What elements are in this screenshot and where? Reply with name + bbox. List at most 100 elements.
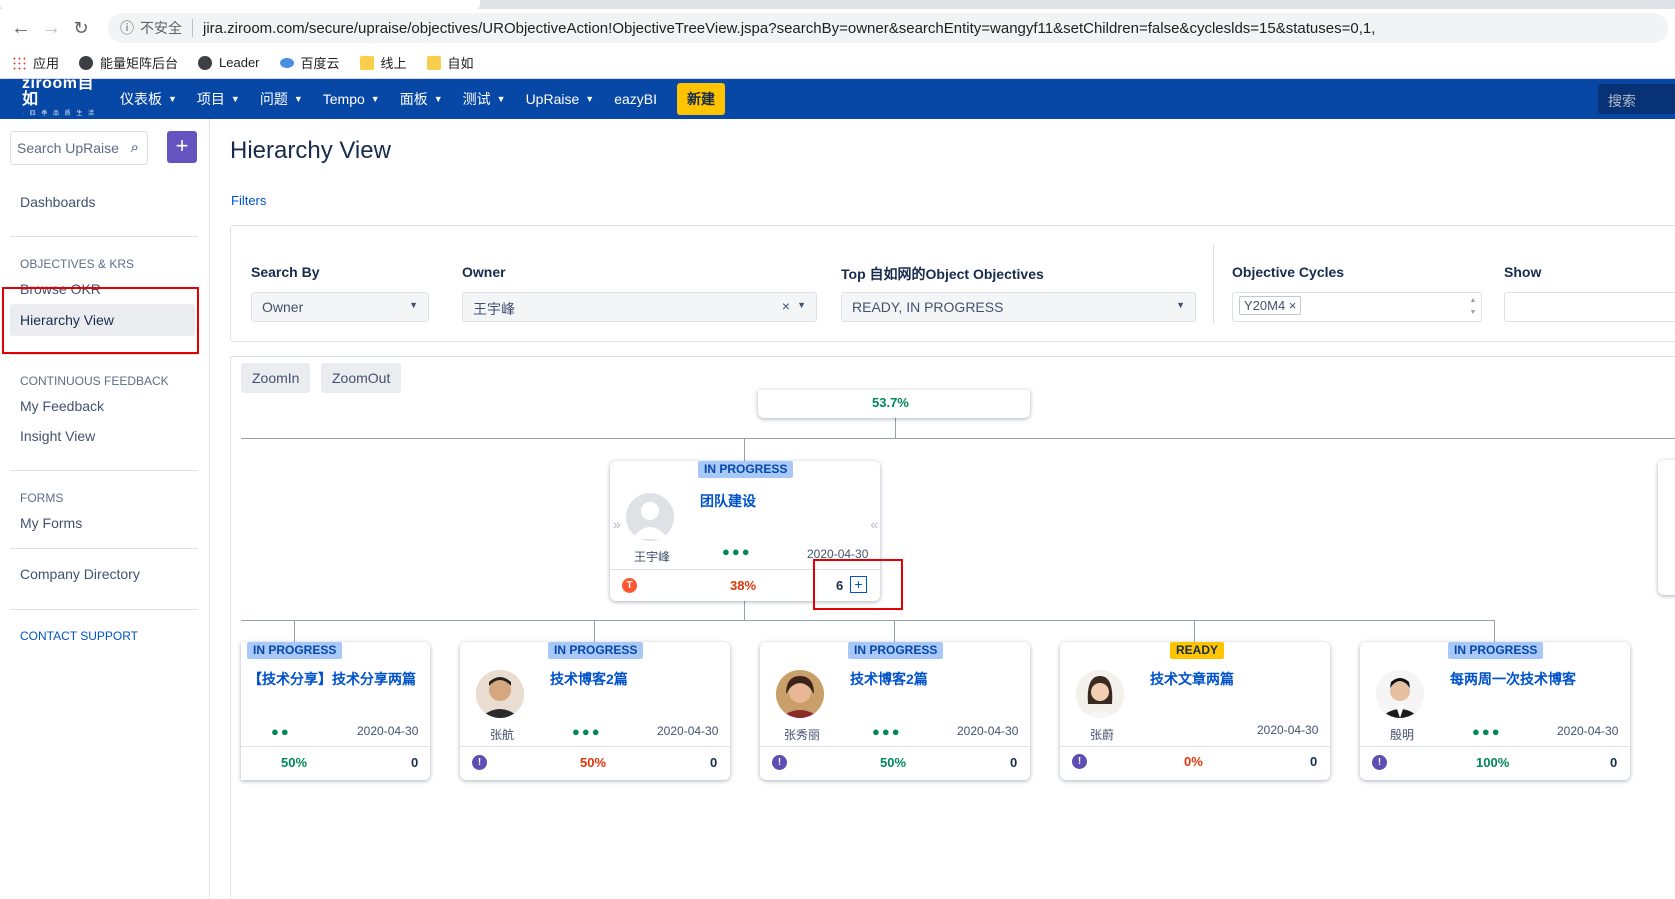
menu-upraise[interactable]: UpRaise ▼ [526, 91, 595, 107]
bookmark-energy-matrix[interactable]: 能量矩阵后台 [79, 53, 178, 72]
menu-label: Tempo [322, 91, 365, 107]
owner-name: 殷明 [1390, 728, 1415, 742]
forward-icon[interactable]: → [36, 13, 66, 43]
objective-title[interactable]: 每两周一次技术博客 [1450, 669, 1576, 689]
objective-cycles-select[interactable]: Y20M4 × ▲ ▼ [1232, 292, 1482, 322]
root-objective-card[interactable]: 53.7% [758, 390, 1030, 418]
browser-tab-active[interactable] [0, 0, 480, 9]
objective-title[interactable]: 技术博客2篇 [850, 669, 928, 689]
divider [1213, 244, 1214, 324]
bookmark-ziroom[interactable]: 自如 [426, 53, 474, 72]
objective-title[interactable]: 技术文章两篇 [1150, 669, 1234, 689]
bookmark-label: 自如 [447, 56, 474, 71]
scroll-arrows-icon[interactable]: ▲ ▼ [1467, 295, 1479, 319]
collapse-left-icon[interactable]: » [613, 516, 621, 532]
child-objective-card[interactable]: IN PROGRESS 技术博客2篇 张航 ●●● 2020-04-30 ! 5… [460, 642, 730, 780]
due-date: 2020-04-30 [357, 724, 419, 738]
divider [241, 746, 430, 747]
browser-toolbar: ← → ↻ ⓘ 不安全 jira.ziroom.com/secure/uprai… [0, 9, 1675, 47]
section-forms: FORMS [20, 491, 64, 505]
bookmark-leader[interactable]: Leader [198, 55, 260, 70]
type-badge: T [622, 578, 637, 593]
objective-title[interactable]: 【技术分享】技术分享两篇 [248, 669, 416, 689]
objective-title[interactable]: 技术博客2篇 [550, 669, 628, 689]
zoom-in-button[interactable]: ZoomIn [241, 363, 311, 393]
search-by-label: Search By [251, 264, 320, 280]
divider [10, 609, 198, 610]
url-text[interactable]: jira.ziroom.com/secure/upraise/objective… [203, 20, 1375, 37]
divider [460, 746, 730, 747]
insecure-label: 不安全 [140, 20, 182, 36]
sidebar-item-insight-view[interactable]: Insight View [20, 428, 95, 444]
child-objective-card[interactable]: IN PROGRESS 每两周一次技术博客 殷明 ●●● 2020-04-30 … [1360, 642, 1630, 780]
clear-icon[interactable]: × [782, 298, 790, 314]
objective-title[interactable]: 团队建设 [700, 491, 756, 511]
create-button[interactable]: 新建 [677, 83, 725, 115]
progress-percent: 50% [880, 755, 907, 770]
annotation-highlight-box [813, 559, 903, 610]
menu-issues[interactable]: 问题 ▼ [260, 89, 303, 109]
child-objective-card[interactable]: IN PROGRESS 技术博客2篇 张秀丽 ●●● 2020-04-30 ! … [760, 642, 1030, 780]
type-badge: ! [1072, 754, 1087, 769]
child-objective-card[interactable]: READY 技术文章两篇 张蔚 2020-04-30 ! 0% 0 [1060, 642, 1330, 780]
type-badge: ! [1372, 755, 1387, 770]
bookmark-baidu-cloud[interactable]: 百度云 [279, 53, 340, 72]
upraise-search-input[interactable]: Search UpRaise ⌕ [10, 131, 148, 165]
progress-percent: 50% [281, 755, 308, 770]
sidebar-item-company-directory[interactable]: Company Directory [20, 566, 140, 582]
owner-label: Owner [462, 264, 506, 280]
tree-connector [1194, 620, 1195, 642]
divider [1060, 746, 1330, 747]
child-objective-card[interactable]: IN PROGRESS 【技术分享】技术分享两篇 ●● 2020-04-30 5… [241, 642, 430, 780]
avatar [626, 493, 674, 541]
divider [192, 19, 193, 37]
zoom-out-button[interactable]: ZoomOut [321, 363, 402, 393]
divider [1360, 746, 1630, 747]
avatar [776, 670, 824, 718]
menu-tests[interactable]: 测试 ▼ [463, 89, 506, 109]
section-continuous-feedback: CONTINUOUS FEEDBACK [20, 374, 169, 388]
menu-label: UpRaise [525, 91, 580, 107]
info-icon[interactable]: ⓘ [120, 18, 134, 38]
select-value: 王宇峰 [473, 301, 515, 317]
type-badge: ! [772, 755, 787, 770]
chevron-down-icon: ▼ [409, 300, 418, 310]
menu-tempo[interactable]: Tempo ▼ [323, 91, 380, 107]
chevron-down-icon: ▼ [433, 94, 443, 104]
sibling-objective-card-partial[interactable] [1658, 460, 1675, 595]
address-bar[interactable]: ⓘ 不安全 jira.ziroom.com/secure/upraise/obj… [108, 13, 1668, 43]
chevron-down-icon: ▼ [1176, 300, 1185, 310]
menu-dashboards[interactable]: 仪表板 ▼ [120, 89, 177, 109]
jira-search-input[interactable]: 搜索 [1598, 84, 1675, 114]
owner-name: 张蔚 [1090, 728, 1115, 742]
progress-dots: ●●● [572, 724, 602, 739]
show-select[interactable] [1504, 292, 1675, 322]
add-button[interactable]: + [167, 131, 197, 163]
filters-link[interactable]: Filters [231, 193, 266, 208]
owner-select[interactable]: 王宇峰 × ▼ [462, 292, 817, 322]
search-by-select[interactable]: Owner ▼ [251, 292, 429, 322]
tree-connector [241, 438, 1675, 439]
reload-icon[interactable]: ↻ [66, 13, 96, 43]
bookmark-online[interactable]: 线上 [359, 53, 407, 72]
status-select[interactable]: READY, IN PROGRESS ▼ [841, 292, 1196, 322]
status-badge: IN PROGRESS [848, 642, 944, 659]
menu-projects[interactable]: 项目 ▼ [197, 89, 240, 109]
menu-boards[interactable]: 面板 ▼ [400, 89, 443, 109]
back-icon[interactable]: ← [6, 13, 36, 43]
ziroom-logo[interactable]: ziroom自如 · 四 季 品 质 生 活 · [0, 75, 100, 123]
cycle-tag[interactable]: Y20M4 × [1239, 296, 1302, 315]
tree-connector [294, 620, 295, 642]
sidebar-item-my-forms[interactable]: My Forms [20, 515, 82, 531]
sidebar-item-my-feedback[interactable]: My Feedback [20, 398, 104, 414]
divider [10, 470, 198, 471]
collapse-right-icon[interactable]: « [870, 516, 878, 532]
sidebar-item-dashboards[interactable]: Dashboards [20, 194, 96, 210]
bookmark-apps[interactable]: 应用 [12, 53, 59, 72]
due-date: 2020-04-30 [1257, 723, 1319, 737]
child-count: 0 [411, 755, 419, 770]
contact-support-link[interactable]: CONTACT SUPPORT [20, 629, 138, 643]
search-icon[interactable]: ⌕ [131, 139, 139, 156]
menu-eazybi[interactable]: eazyBI [614, 91, 657, 107]
tree-connector [1494, 620, 1495, 642]
